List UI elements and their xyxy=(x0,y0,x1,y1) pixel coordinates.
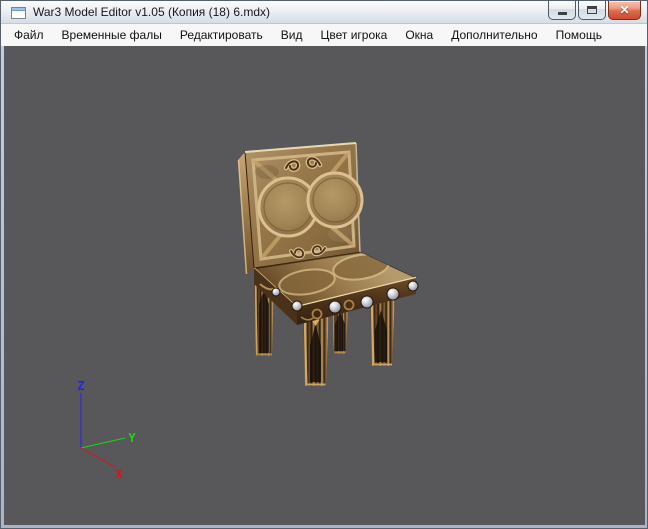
menu-item-edit[interactable]: Редактировать xyxy=(171,25,272,45)
app-window: War3 Model Editor v1.05 (Копия (18) 6.md… xyxy=(0,0,648,529)
menu-item-player-color[interactable]: Цвет игрока xyxy=(311,25,396,45)
viewport-3d[interactable]: Z Y X xyxy=(4,46,645,525)
maximize-button[interactable] xyxy=(578,1,606,20)
menu-item-file[interactable]: Файл xyxy=(5,25,53,45)
axis-y-label: Y xyxy=(128,431,136,445)
axis-z-label: Z xyxy=(77,379,84,393)
menu-item-view[interactable]: Вид xyxy=(272,25,312,45)
minimize-icon xyxy=(557,12,567,15)
menu-item-help[interactable]: Помощь xyxy=(547,25,611,45)
axis-x-label: X xyxy=(115,467,123,481)
minimize-button[interactable] xyxy=(548,1,576,20)
close-icon: ✕ xyxy=(619,3,630,17)
app-icon-titlebar xyxy=(12,8,25,11)
menu-item-temp-files[interactable]: Временные фалы xyxy=(53,25,171,45)
close-button[interactable]: ✕ xyxy=(608,1,641,20)
title-bar[interactable]: War3 Model Editor v1.05 (Копия (18) 6.md… xyxy=(1,1,647,24)
app-icon[interactable] xyxy=(11,7,26,19)
menu-item-windows[interactable]: Окна xyxy=(396,25,442,45)
menu-item-advanced[interactable]: Дополнительно xyxy=(442,25,546,45)
viewport-canvas[interactable]: Z Y X xyxy=(4,46,645,525)
window-controls: ✕ xyxy=(548,1,641,20)
window-title: War3 Model Editor v1.05 (Копия (18) 6.md… xyxy=(33,5,270,19)
maximize-icon xyxy=(587,6,597,14)
menu-bar: Файл Временные фалы Редактировать Вид Цв… xyxy=(1,24,647,46)
